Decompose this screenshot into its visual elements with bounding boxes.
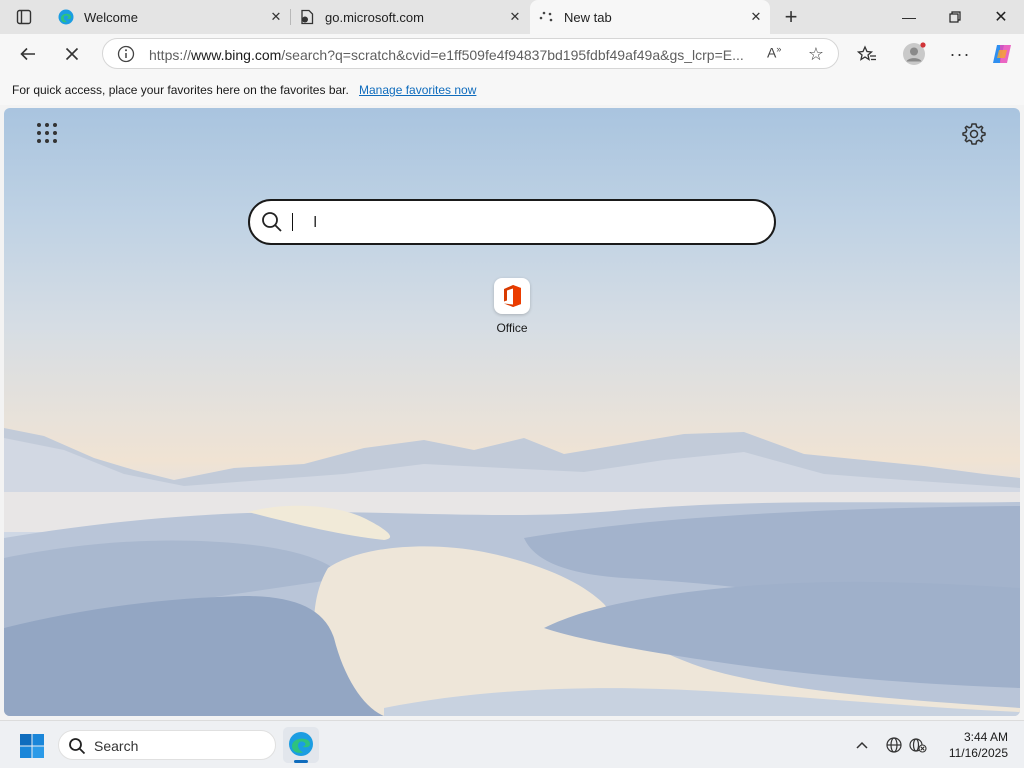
- tab-title: New tab: [564, 9, 612, 25]
- clock-time: 3:44 AM: [963, 730, 1008, 744]
- copilot-button[interactable]: [987, 40, 1017, 68]
- favorites-bar: For quick access, place your favorites h…: [0, 74, 1024, 105]
- tab-title: Welcome: [84, 9, 138, 25]
- taskbar-search-label: Search: [94, 738, 139, 754]
- show-hidden-icons-button[interactable]: [852, 735, 872, 755]
- tab-go-microsoft[interactable]: go.microsoft.com ✕: [291, 0, 529, 34]
- back-button[interactable]: [13, 40, 43, 68]
- clock-date: 11/16/2025: [948, 746, 1008, 760]
- chevron-up-icon: [856, 741, 868, 749]
- text-caret: [292, 213, 293, 231]
- loading-icon: [538, 9, 554, 25]
- read-aloud-icon[interactable]: A»: [767, 44, 789, 64]
- url-text: https://www.bing.com/search?q=scratch&cv…: [149, 47, 744, 63]
- edge-icon: [58, 9, 74, 25]
- new-tab-button[interactable]: +: [778, 4, 804, 30]
- active-app-indicator: [294, 760, 308, 763]
- stop-loading-button[interactable]: [57, 40, 87, 68]
- taskbar: Search 3:44 AM 11/16/2025: [0, 720, 1024, 768]
- tab-title: go.microsoft.com: [325, 9, 424, 25]
- plus-icon: +: [784, 4, 798, 29]
- restore-icon: [949, 11, 961, 23]
- quick-link-label: Office: [496, 321, 528, 335]
- close-tab-button[interactable]: ✕: [505, 7, 525, 27]
- close-icon: ✕: [994, 9, 1008, 26]
- more-icon: ···: [949, 43, 971, 64]
- settings-more-button[interactable]: ···: [945, 40, 975, 68]
- language-button[interactable]: [884, 735, 904, 755]
- minimize-icon: —: [902, 9, 916, 25]
- windows-start-icon[interactable]: [19, 733, 45, 759]
- ibeam-cursor-icon: I: [313, 214, 318, 231]
- profile-button[interactable]: [899, 40, 929, 68]
- url-host: www.bing.com: [191, 47, 282, 63]
- globe-icon: [886, 737, 902, 753]
- info-icon[interactable]: [117, 45, 135, 63]
- favorites-bar-message: For quick access, place your favorites h…: [12, 83, 349, 97]
- address-toolbar: https://www.bing.com/search?q=scratch&cv…: [0, 34, 1024, 74]
- apps-grid-icon[interactable]: [36, 122, 58, 144]
- favorites-button[interactable]: [852, 40, 882, 68]
- gear-icon[interactable]: [962, 122, 986, 146]
- tab-new-tab[interactable]: New tab ✕: [530, 0, 770, 34]
- network-disconnected-icon: [909, 738, 927, 753]
- office-icon: [494, 278, 530, 314]
- system-clock[interactable]: 3:44 AM 11/16/2025: [928, 729, 1008, 761]
- avatar-icon: [903, 42, 926, 65]
- web-search-box[interactable]: I: [248, 199, 776, 245]
- close-icon: ✕: [509, 9, 521, 24]
- restore-button[interactable]: [932, 0, 978, 34]
- minimize-button[interactable]: —: [886, 0, 932, 34]
- new-tab-page: I Office: [4, 108, 1020, 716]
- page-icon: [299, 9, 315, 25]
- search-icon: [69, 738, 86, 755]
- taskbar-search[interactable]: Search: [58, 730, 276, 760]
- manage-favorites-link[interactable]: Manage favorites now: [359, 83, 476, 97]
- address-bar[interactable]: https://www.bing.com/search?q=scratch&cv…: [102, 38, 839, 69]
- copilot-icon: [993, 45, 1011, 63]
- close-icon: ✕: [750, 9, 762, 24]
- favorite-star-icon[interactable]: ☆: [805, 43, 827, 65]
- close-tab-button[interactable]: ✕: [266, 7, 286, 27]
- tab-strip: Welcome ✕ go.microsoft.com ✕ New tab ✕ +…: [0, 0, 1024, 34]
- search-icon: [262, 212, 282, 232]
- search-input[interactable]: [290, 209, 760, 235]
- network-button[interactable]: [908, 735, 928, 755]
- tab-welcome[interactable]: Welcome ✕: [50, 0, 290, 34]
- quick-link-office[interactable]: Office: [487, 278, 537, 335]
- close-icon: ✕: [270, 9, 282, 24]
- tab-actions-icon: [16, 9, 32, 25]
- taskbar-edge-app[interactable]: [283, 727, 319, 763]
- favorites-list-icon: [857, 45, 876, 61]
- tab-actions-button[interactable]: [8, 5, 40, 29]
- close-tab-button[interactable]: ✕: [746, 7, 766, 27]
- stop-icon: [65, 47, 79, 61]
- close-window-button[interactable]: ✕: [978, 0, 1024, 34]
- url-scheme: https://: [149, 47, 192, 63]
- url-path: /search?q=scratch&cvid=e1ff509fe4f94837b…: [281, 47, 744, 63]
- edge-icon: [289, 732, 313, 756]
- back-arrow-icon: [20, 47, 35, 61]
